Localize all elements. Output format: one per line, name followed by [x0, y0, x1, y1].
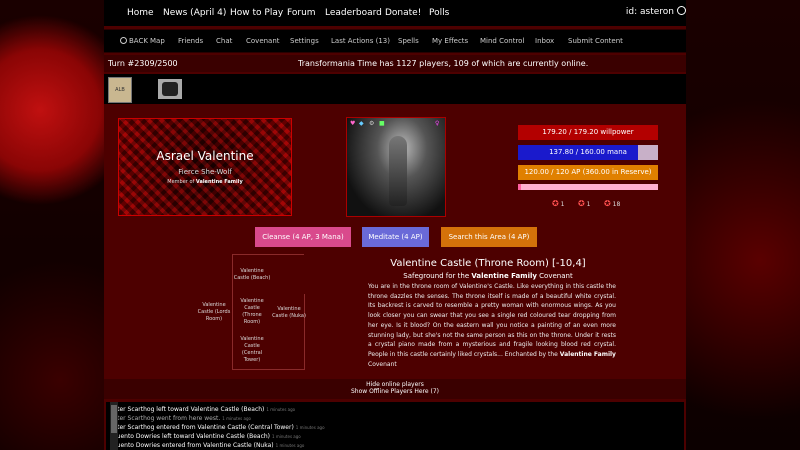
meditate-button[interactable]: Meditate (4 AP) [362, 227, 429, 247]
mana-missing-fill [638, 145, 658, 160]
effects-bar: ALB [104, 74, 686, 104]
stat-count-1: ✪ 1 [552, 199, 565, 208]
stat-count-2: ✪ 1 [578, 199, 591, 208]
wing-icon: ✪ [578, 199, 585, 208]
gem-icon: ◆ [359, 120, 364, 127]
nav-how-to-play[interactable]: How to Play [230, 8, 283, 18]
xp-fill [518, 184, 521, 190]
subnav-inbox[interactable]: Inbox [535, 37, 554, 45]
subnav-friends[interactable]: Friends [178, 37, 203, 45]
map-cell-east[interactable]: Valentine Castle (Nuka) [270, 306, 308, 320]
turn-bar: Turn #2309/2500 Transformania Time has 1… [104, 55, 686, 72]
turn-counter: Turn #2309/2500 [108, 59, 178, 68]
online-players-bar: Hide online players Show Offline Players… [104, 379, 686, 399]
subnav-covenant[interactable]: Covenant [246, 37, 280, 45]
covenant-membership: Member of Valentine Family [167, 179, 243, 185]
willpower-bar: 179.20 / 179.20 willpower [518, 125, 658, 140]
heart-icon: ♥ [350, 120, 356, 127]
nav-polls[interactable]: Polls [429, 8, 449, 18]
status-icon: ■ [379, 120, 385, 127]
female-icon: ♀ [435, 120, 440, 127]
search-area-button[interactable]: Search this Area (4 AP) [441, 227, 537, 247]
nav-home[interactable]: Home [127, 8, 154, 18]
user-label[interactable]: id: asteron [626, 7, 674, 17]
subnav-back[interactable]: BACK [120, 37, 148, 45]
log-entry: Peter Scarthog entered from Valentine Ca… [110, 424, 325, 431]
safeground-notice: Safeground for the Valentine Family Cove… [403, 272, 573, 280]
player-banner[interactable]: Asrael Valentine Fierce She-Wolf Member … [118, 118, 292, 216]
gear-icon: ⚙ [369, 120, 375, 127]
back-circle-icon [120, 37, 127, 44]
subnav-chat[interactable]: Chat [216, 37, 232, 45]
subnav-spells[interactable]: Spells [398, 37, 419, 45]
log-entry: Peter Scarthog went from here west. 1 min… [110, 415, 251, 422]
game-subnavigation: BACK Map Friends Chat Covenant Settings … [104, 29, 686, 53]
location-title: Valentine Castle (Throne Room) [-10,4] [390, 258, 586, 269]
blood-icon: ✪ [552, 199, 559, 208]
players-online: Transformania Time has 1127 players, 109… [298, 59, 589, 68]
ap-bar: 120.00 / 120 AP (360.00 in Reserve) [518, 165, 658, 180]
effect-badge-icon[interactable]: ALB [108, 77, 132, 103]
nav-leaderboard[interactable]: Leaderboard [325, 8, 382, 18]
subnav-my-effects[interactable]: My Effects [432, 37, 468, 45]
map-cell-north[interactable]: Valentine Castle (Beach) [232, 268, 272, 282]
location-log[interactable]: Peter Scarthog left toward Valentine Cas… [106, 402, 684, 450]
mana-label: 137.80 / 160.00 mana [549, 148, 627, 156]
player-portrait[interactable]: ♥ ◆ ⚙ ■ ♀ [346, 117, 446, 217]
subnav-map[interactable]: Map [150, 37, 165, 45]
user-id: id: asteron [626, 6, 686, 17]
log-entry: Cruento Dowries entered from Valentine C… [110, 442, 305, 449]
player-form: Fierce She-Wolf [178, 168, 232, 176]
player-name: Asrael Valentine [156, 149, 254, 163]
map-cell-current: Valentine Castle (Throne Room) [240, 298, 264, 325]
hide-online-players-link[interactable]: Hide online players [104, 379, 686, 388]
nav-donate[interactable]: Donate! [385, 8, 421, 18]
map-cell-south[interactable]: Valentine Castle (Central Tower) [237, 336, 267, 364]
top-navigation: Home News (April 4) How to Play Forum Le… [104, 0, 686, 26]
subnav-submit-content[interactable]: Submit Content [568, 37, 623, 45]
subnav-last-actions[interactable]: Last Actions (13) [331, 37, 390, 45]
nav-forum[interactable]: Forum [287, 8, 316, 18]
xp-bar [518, 184, 658, 190]
log-entry: Cruento Dowries left toward Valentine Ca… [110, 433, 301, 440]
logout-power-icon[interactable] [677, 6, 686, 15]
subnav-settings[interactable]: Settings [290, 37, 319, 45]
nav-news[interactable]: News (April 4) [163, 8, 226, 18]
location-description: You are in the throne room of Valentine'… [368, 283, 616, 368]
subnav-mind-control[interactable]: Mind Control [480, 37, 524, 45]
map-cell-west[interactable]: Valentine Castle (Lords Room) [194, 302, 234, 323]
mana-bar: 137.80 / 160.00 mana [518, 145, 658, 160]
game-panel: Home News (April 4) How to Play Forum Le… [104, 0, 686, 450]
cleanse-button[interactable]: Cleanse (4 AP, 3 Mana) [255, 227, 351, 247]
character-figure [389, 136, 407, 206]
stat-count-3: ✪ 18 [604, 199, 621, 208]
show-offline-players-link[interactable]: Show Offline Players Here (7) [104, 388, 686, 395]
log-entry: Peter Scarthog left toward Valentine Cas… [110, 406, 296, 413]
crystal-icon: ✪ [604, 199, 611, 208]
effect-icon[interactable] [158, 79, 182, 99]
log-scrollbar[interactable] [110, 402, 118, 450]
